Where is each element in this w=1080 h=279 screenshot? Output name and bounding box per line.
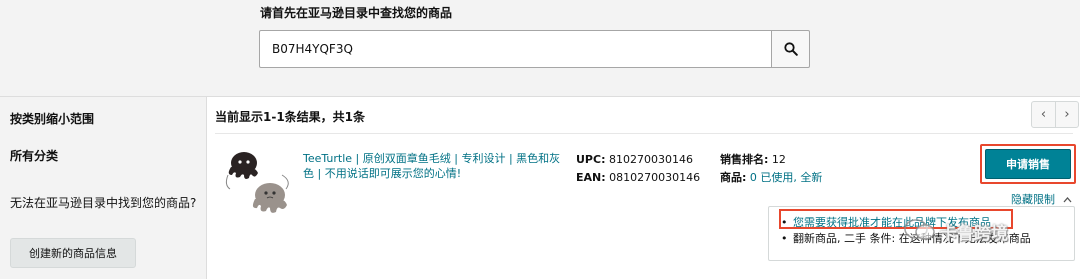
upc-value: 810270030146 (608, 153, 693, 166)
not-found-text: 无法在亚马逊目录中找到您的商品? (10, 196, 197, 210)
apply-button-highlight: 申请销售 (980, 144, 1076, 184)
offers-count-link[interactable]: 0 (750, 171, 757, 184)
pagination: ‹ › (1031, 101, 1079, 128)
chevron-up-icon (1063, 197, 1071, 203)
offers-label: 商品: (720, 171, 747, 184)
prev-page-button[interactable]: ‹ (1032, 102, 1055, 127)
search-button[interactable] (771, 30, 810, 68)
apply-to-sell-button[interactable]: 申请销售 (985, 149, 1071, 179)
search-input[interactable]: B07H4YQF3Q (259, 30, 772, 68)
product-stats: 销售排名: 12 商品: 0 已使用, 全新 (720, 151, 822, 187)
watermark-text: 卡鲁跨境 (940, 224, 1008, 244)
hide-limits-label: 隐藏限制 (1011, 193, 1055, 206)
row-divider (215, 133, 1073, 134)
product-codes: UPC: 810270030146 EAN: 0810270030146 (576, 151, 700, 187)
sales-rank-value: 12 (771, 153, 786, 166)
ean-value: 0810270030146 (609, 171, 701, 184)
sales-rank-label: 销售排名: (720, 153, 769, 166)
narrow-by-category-title: 按类别缩小范围 (10, 112, 95, 126)
product-title-link[interactable]: TeeTurtle | 原创双面章鱼毛绒 | 专利设计 | 黑色和灰色 | 不用… (303, 151, 565, 181)
result-summary: 当前显示1-1条结果，共1条 (215, 110, 366, 124)
product-image[interactable] (222, 145, 296, 219)
upc-label: UPC: (576, 153, 606, 166)
wechat-icon (904, 219, 935, 240)
search-icon (783, 42, 798, 56)
next-page-button[interactable]: › (1054, 102, 1078, 127)
hide-limits-toggle[interactable]: 隐藏限制 (1011, 191, 1072, 207)
ean-label: EAN: (576, 171, 606, 184)
create-listing-button[interactable]: 创建新的商品信息 (10, 238, 136, 268)
offers-condition-link[interactable]: 已使用, 全新 (760, 171, 822, 184)
all-categories-link[interactable]: 所有分类 (10, 147, 58, 164)
search-prompt: 请首先在亚马逊目录中查找您的商品 (260, 6, 453, 20)
